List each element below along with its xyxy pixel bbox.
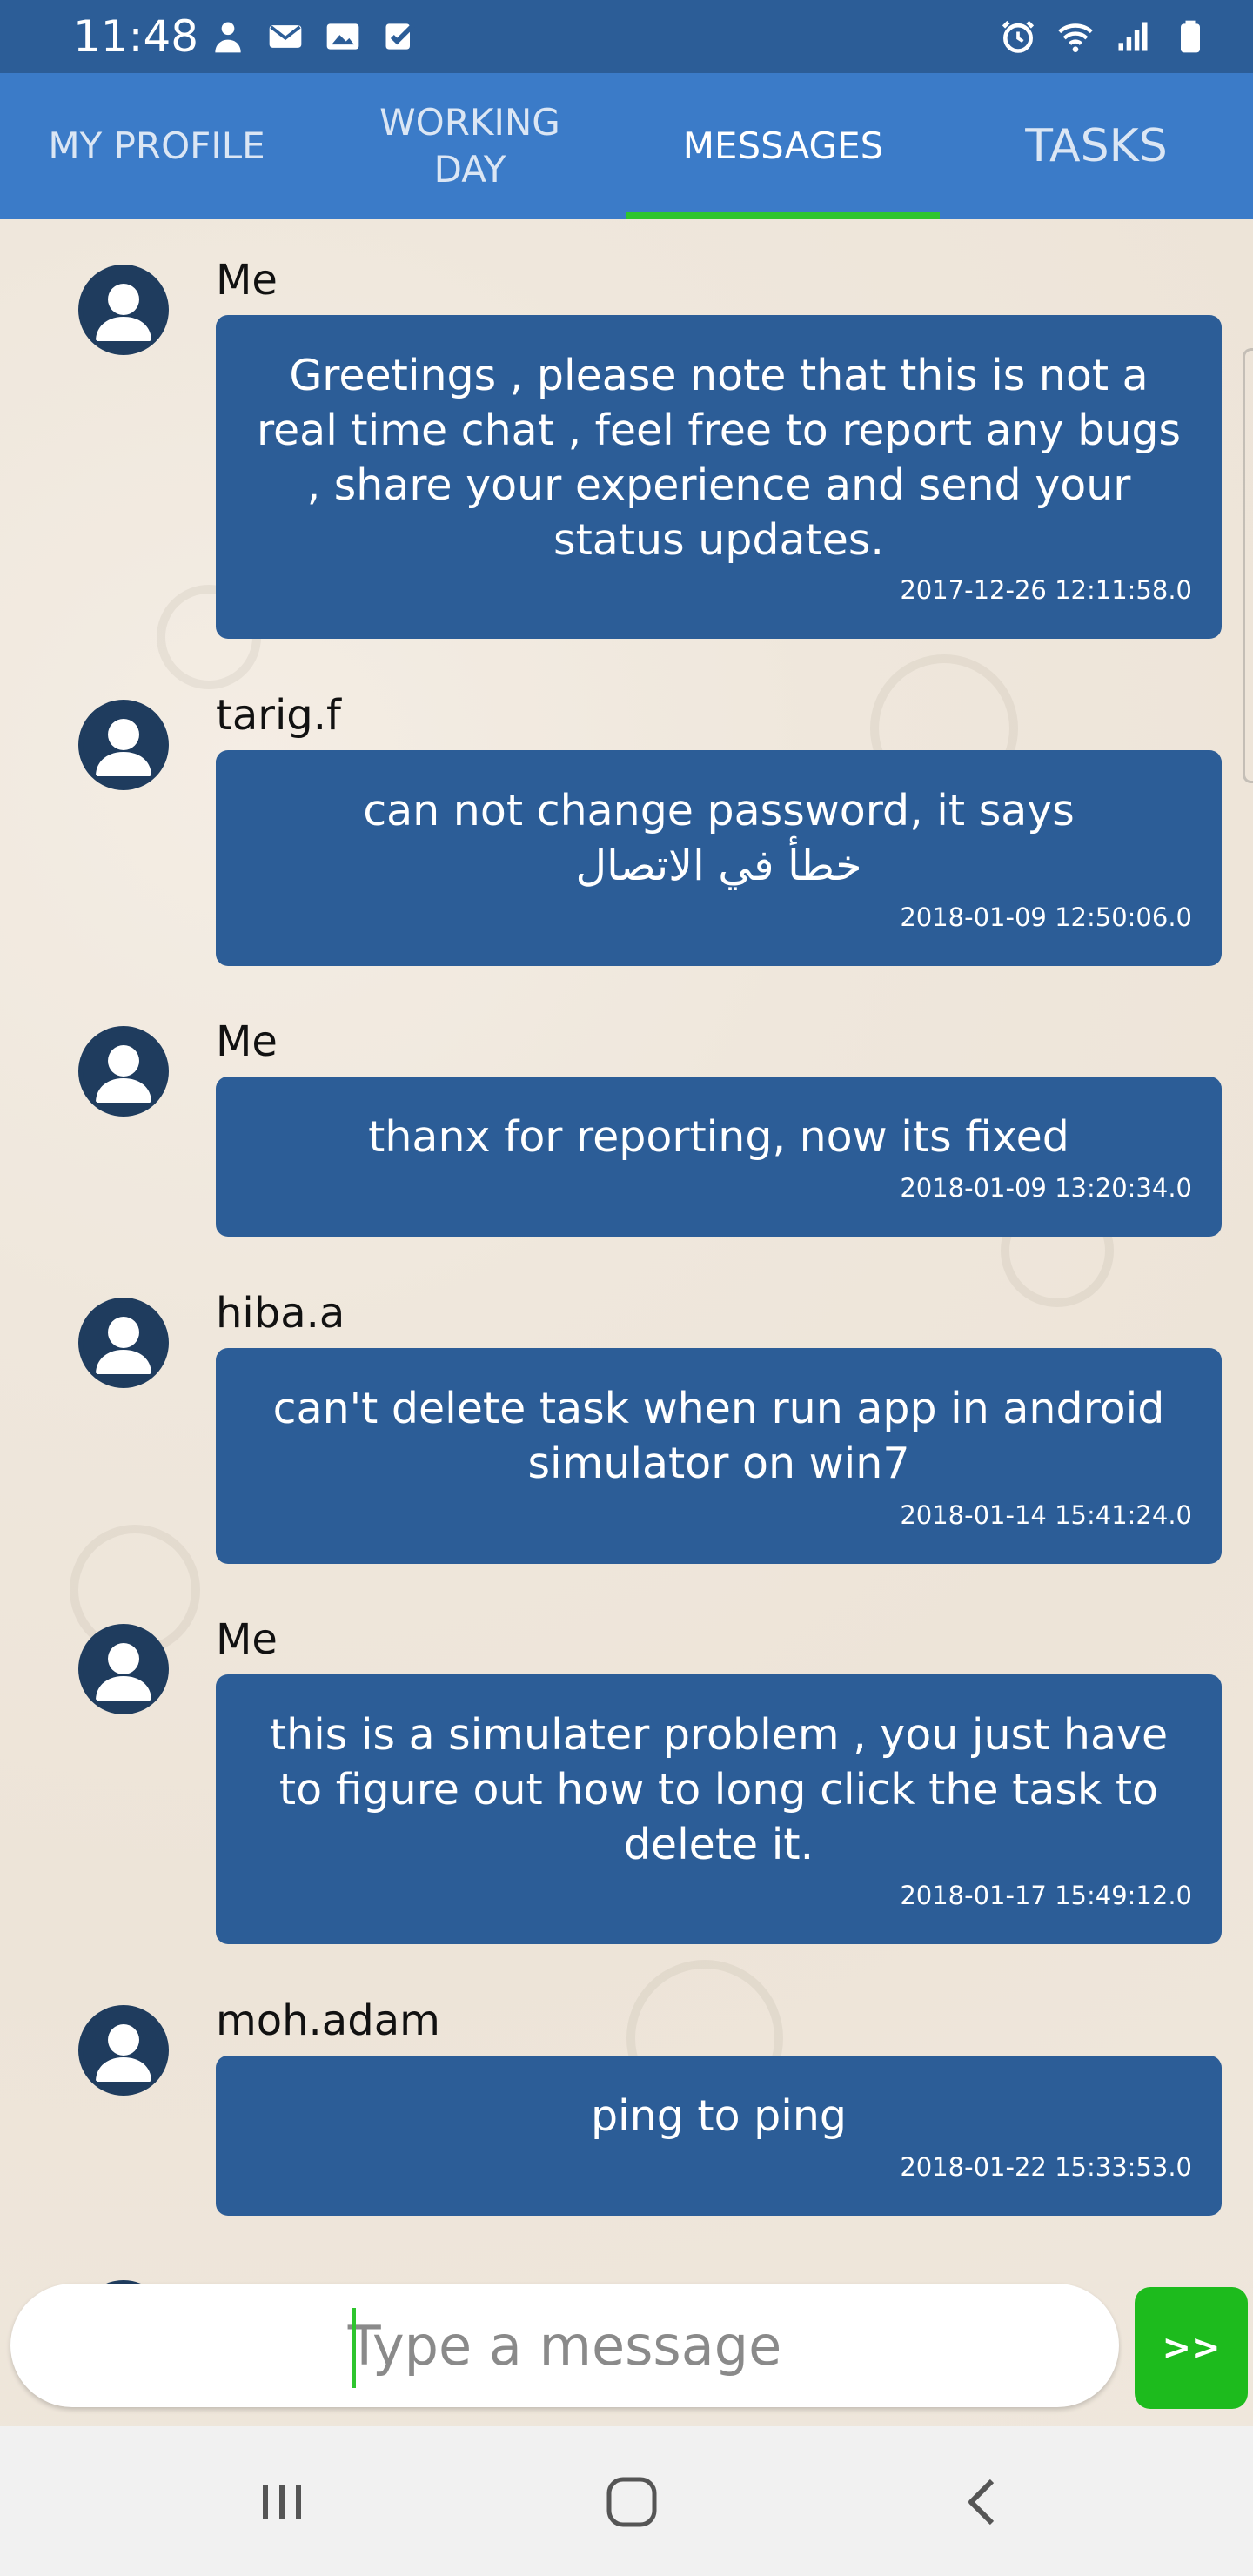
message-timestamp: 2018-01-22 15:33:53.0 bbox=[900, 2152, 1192, 2182]
message-sender: hiba.a bbox=[216, 1289, 345, 1338]
system-nav-bar bbox=[0, 2426, 1253, 2576]
tab-my-profile[interactable]: MY PROFILE bbox=[0, 73, 313, 219]
message-bubble[interactable]: Greetings , please note that this is not… bbox=[216, 315, 1222, 639]
person-icon bbox=[215, 22, 241, 53]
mail-icon bbox=[269, 25, 302, 48]
user-icon bbox=[79, 1027, 168, 1116]
scroll-indicator[interactable] bbox=[1243, 348, 1253, 783]
tab-bar: MY PROFILE WORKING DAY MESSAGES TASKS bbox=[0, 73, 1253, 219]
tab-working-day-label: WORKING DAY bbox=[379, 101, 560, 191]
battery-icon bbox=[1181, 20, 1200, 53]
check-list-icon bbox=[385, 23, 415, 50]
message-sender: Me bbox=[216, 1615, 278, 1664]
message-input[interactable] bbox=[10, 2284, 1119, 2407]
avatar bbox=[78, 700, 169, 790]
wifi-icon bbox=[1058, 23, 1093, 52]
message-timestamp: 2018-01-17 15:49:12.0 bbox=[900, 1881, 1192, 1910]
image-icon bbox=[326, 23, 359, 50]
tab-tasks[interactable]: TASKS bbox=[940, 73, 1253, 219]
message-text: ping to ping bbox=[590, 2091, 848, 2141]
avatar bbox=[78, 1026, 169, 1117]
message-composer: >> bbox=[0, 2273, 1253, 2426]
message-text: can't delete task when run app in androi… bbox=[272, 1384, 1165, 1488]
message-timestamp: 2018-01-09 13:20:34.0 bbox=[900, 1173, 1192, 1203]
user-icon bbox=[79, 1625, 168, 1714]
message-bubble[interactable]: ping to ping 2018-01-22 15:33:53.0 bbox=[216, 2056, 1222, 2216]
user-icon bbox=[79, 1298, 168, 1387]
message-sender: moh.adam bbox=[216, 1996, 440, 2045]
signal-icon bbox=[1118, 22, 1148, 51]
message-text: thanx for reporting, now its fixed bbox=[368, 1112, 1069, 1162]
message-bubble[interactable]: this is a simulater problem , you just h… bbox=[216, 1674, 1222, 1944]
home-icon bbox=[606, 2477, 657, 2527]
avatar bbox=[78, 1624, 169, 1714]
back-button[interactable] bbox=[931, 2465, 1035, 2539]
recent-apps-button[interactable] bbox=[230, 2465, 334, 2539]
text-cursor bbox=[352, 2308, 356, 2388]
tab-working-day[interactable]: WORKING DAY bbox=[313, 73, 626, 219]
message-text: this is a simulater problem , you just h… bbox=[269, 1710, 1169, 1869]
message-text: can not change password, it says bbox=[363, 786, 1075, 835]
message-bubble[interactable]: can not change password, it says خطأ في … bbox=[216, 750, 1222, 966]
avatar bbox=[78, 1298, 169, 1388]
message-timestamp: 2018-01-14 15:41:24.0 bbox=[900, 1500, 1192, 1530]
back-icon bbox=[968, 2479, 995, 2526]
status-bar: 11:48 bbox=[0, 0, 1253, 73]
message-sender: tarig.f bbox=[216, 691, 341, 740]
avatar bbox=[78, 265, 169, 355]
tab-messages[interactable]: MESSAGES bbox=[626, 73, 940, 219]
message-sender: Me bbox=[216, 256, 278, 305]
avatar bbox=[78, 2005, 169, 2096]
user-icon bbox=[79, 2006, 168, 2095]
message-text: Greetings , please note that this is not… bbox=[256, 351, 1182, 565]
status-notification-icons bbox=[209, 17, 419, 56]
recent-apps-icon bbox=[263, 2485, 301, 2519]
send-button[interactable]: >> bbox=[1135, 2287, 1248, 2409]
message-bubble[interactable]: thanx for reporting, now its fixed 2018-… bbox=[216, 1077, 1222, 1237]
status-system-icons bbox=[999, 17, 1209, 56]
user-icon bbox=[79, 265, 168, 354]
alarm-icon bbox=[1002, 20, 1035, 53]
chat-area[interactable]: Me Greetings , please note that this is … bbox=[0, 219, 1253, 2426]
message-sender: Me bbox=[216, 1017, 278, 1066]
message-bubble[interactable]: can't delete task when run app in androi… bbox=[216, 1348, 1222, 1564]
user-icon bbox=[79, 701, 168, 789]
status-time: 11:48 bbox=[73, 11, 199, 62]
message-text-arabic: خطأ في الاتصال bbox=[575, 841, 862, 890]
message-timestamp: 2018-01-09 12:50:06.0 bbox=[900, 902, 1192, 932]
home-button[interactable] bbox=[580, 2465, 684, 2539]
message-timestamp: 2017-12-26 12:11:58.0 bbox=[900, 575, 1192, 605]
